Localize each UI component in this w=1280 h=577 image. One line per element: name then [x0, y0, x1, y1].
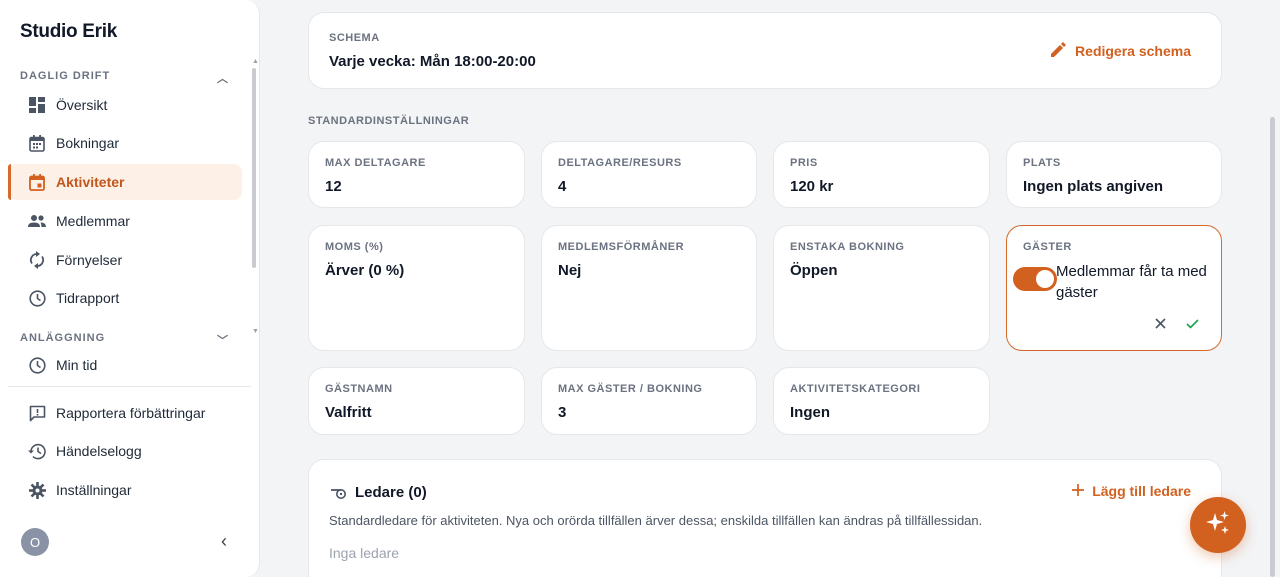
brand-name: Studio Erik [20, 21, 117, 42]
tile-value: 3 [558, 404, 567, 421]
section-anlaggning[interactable]: ANLÄGGNING ﹀ [20, 332, 228, 341]
add-leader-button[interactable]: Lägg till ledare [1072, 483, 1191, 499]
tile-value: 120 kr [790, 178, 834, 195]
sidebar-item-tidrapport[interactable]: Tidrapport [8, 280, 242, 316]
leaders-title: Ledare (0) [355, 484, 427, 501]
ai-assistant-button[interactable] [1190, 497, 1246, 553]
sidebar-item-bokningar[interactable]: Bokningar [8, 125, 242, 161]
guests-toggle-label: Medlemmar får ta med gäster [1056, 263, 1207, 301]
refresh-icon [28, 251, 46, 269]
sidebar-divider [8, 386, 251, 387]
tile-value: Ingen plats angiven [1023, 178, 1164, 195]
tile-value: 4 [558, 178, 567, 195]
avatar[interactable]: O [21, 528, 49, 556]
tile-label: MOMS (%) [325, 241, 384, 253]
history-icon [28, 442, 46, 460]
tile-label: MEDLEMSFÖRMÅNER [558, 241, 685, 253]
tile-label: GÄSTNAMN [325, 383, 393, 395]
tile-value: Valfritt [325, 404, 372, 421]
tile-label: AKTIVITETSKATEGORI [790, 383, 921, 395]
tile-max-deltagare[interactable]: MAX DELTAGARE 12 [308, 141, 525, 208]
people-icon [28, 212, 46, 230]
whistle-icon [330, 486, 347, 504]
sidebar-item-aktiviteter[interactable]: Aktiviteter [8, 164, 242, 200]
check-icon [1185, 316, 1199, 334]
tile-label: PLATS [1023, 157, 1061, 169]
tile-label: DELTAGARE/RESURS [558, 157, 682, 169]
sidebar: Studio Erik DAGLIG DRIFT ︿ Översikt Bokn… [0, 0, 260, 577]
sidebar-item-medlemmar[interactable]: Medlemmar [8, 203, 242, 239]
sidebar-scrollbar[interactable] [252, 68, 256, 268]
gear-icon [28, 481, 46, 499]
tile-value: Ingen [790, 404, 830, 421]
edit-schema-button[interactable]: Redigera schema [1051, 42, 1191, 60]
chevron-up-icon: ︿ [217, 73, 229, 85]
chevron-down-icon: ﹀ [217, 335, 229, 341]
tile-pris[interactable]: PRIS 120 kr [773, 141, 990, 208]
sidebar-item-fornyelser[interactable]: Förnyelser [8, 242, 242, 278]
tile-plats[interactable]: PLATS Ingen plats angiven [1006, 141, 1222, 208]
defaults-section-title: STANDARDINSTÄLLNINGAR [308, 115, 470, 127]
main-scrollbar[interactable] [1270, 117, 1275, 577]
tile-label: PRIS [790, 157, 818, 169]
event-icon [28, 173, 46, 191]
schema-value: Varje vecka: Mån 18:00-20:00 [329, 53, 536, 70]
tile-label: ENSTAKA BOKNING [790, 241, 905, 253]
calendar-icon [28, 134, 46, 152]
tile-enstaka-bokning[interactable]: ENSTAKA BOKNING Öppen [773, 225, 990, 351]
tile-moms[interactable]: MOMS (%) Ärver (0 %) [308, 225, 525, 351]
sidebar-item-handelselogg[interactable]: Händelselogg [8, 433, 242, 469]
tile-label: GÄSTER [1023, 241, 1072, 253]
sidebar-item-min-tid[interactable]: Min tid [8, 347, 242, 383]
leaders-card: Ledare (0) Lägg till ledare Standardleda… [308, 459, 1222, 577]
dashboard-icon [28, 96, 46, 114]
pencil-icon [1051, 42, 1067, 60]
sparkle-icon [1205, 510, 1231, 541]
tile-aktivitetskategori[interactable]: AKTIVITETSKATEGORI Ingen [773, 367, 990, 435]
guests-toggle[interactable] [1013, 267, 1057, 291]
clock-icon [28, 356, 46, 374]
collapse-sidebar-chevron-left-icon[interactable]: ‹ [221, 532, 237, 552]
tile-value: Nej [558, 262, 582, 279]
clock-icon [28, 289, 46, 307]
schema-label: SCHEMA [329, 32, 380, 44]
tile-max-gaster[interactable]: MAX GÄSTER / BOKNING 3 [541, 367, 757, 435]
sidebar-item-oversikt[interactable]: Översikt [8, 87, 242, 123]
sidebar-item-rapportera[interactable]: Rapportera förbättringar [8, 395, 242, 431]
schema-card: SCHEMA Varje vecka: Mån 18:00-20:00 Redi… [308, 12, 1222, 89]
close-icon [1154, 316, 1166, 334]
cancel-button[interactable] [1151, 316, 1169, 334]
sidebar-item-installningar[interactable]: Inställningar [8, 472, 242, 508]
scroll-up-icon[interactable]: ▲ [252, 58, 259, 65]
tile-value: Öppen [790, 262, 838, 279]
plus-icon [1072, 483, 1085, 499]
tile-gastnamn[interactable]: GÄSTNAMN Valfritt [308, 367, 525, 435]
sidebar-nav[interactable]: DAGLIG DRIFT ︿ Översikt Bokningar Aktivi… [0, 58, 250, 341]
tile-medlemsformaner[interactable]: MEDLEMSFÖRMÅNER Nej [541, 225, 757, 351]
leaders-description: Standardledare för aktiviteten. Nya och … [329, 513, 983, 528]
section-daglig-drift[interactable]: DAGLIG DRIFT ︿ [20, 70, 228, 85]
tile-deltagare-resurs[interactable]: DELTAGARE/RESURS 4 [541, 141, 757, 208]
confirm-button[interactable] [1183, 316, 1201, 334]
leaders-empty-state: Inga ledare [329, 545, 400, 561]
tile-label: MAX DELTAGARE [325, 157, 426, 169]
tile-value: Ärver (0 %) [325, 262, 405, 279]
scroll-down-icon[interactable]: ▼ [252, 328, 259, 335]
tile-label: MAX GÄSTER / BOKNING [558, 383, 703, 395]
feedback-icon [28, 404, 46, 422]
tile-value: 12 [325, 178, 342, 195]
tile-gaster-editing: GÄSTER Medlemmar får ta med gäster [1006, 225, 1222, 351]
